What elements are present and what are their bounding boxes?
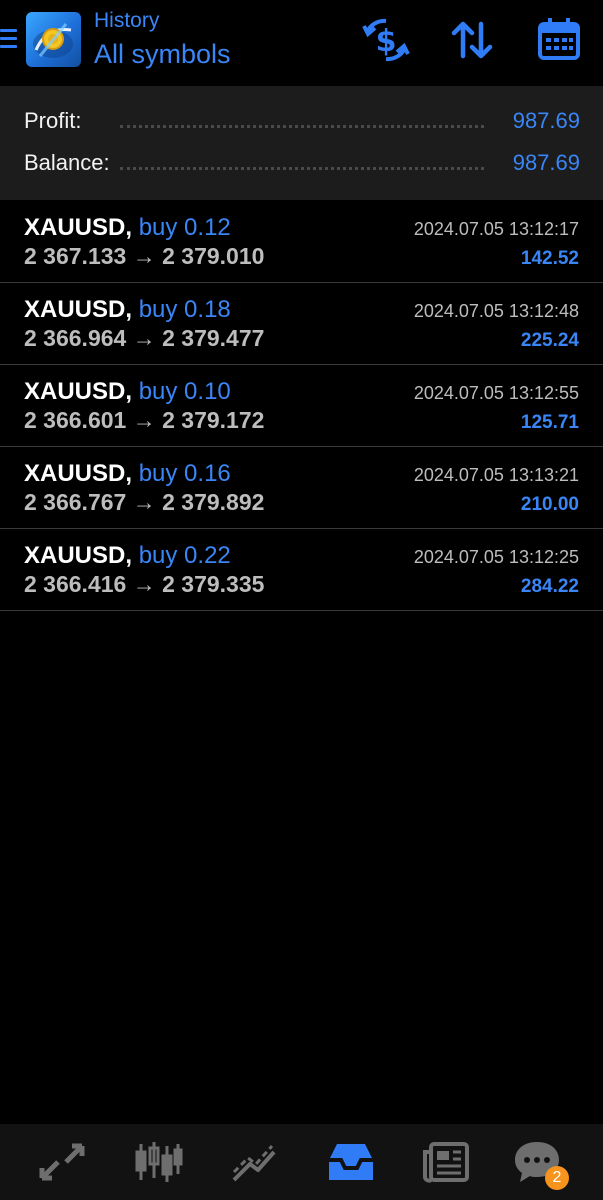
- deal-symbol: XAUUSD,: [24, 378, 133, 405]
- deal-symbol: XAUUSD,: [24, 296, 133, 323]
- quotes-icon[interactable]: [36, 1138, 88, 1186]
- deal-prices: 2 366.416 → 2 379.335: [24, 571, 265, 597]
- notification-badge: 2: [545, 1166, 569, 1190]
- deal-type: buy 0.22: [138, 542, 231, 569]
- deal-profit: 284.22: [520, 576, 579, 597]
- deal-time: 2024.07.05 13:12:48: [413, 301, 579, 321]
- deal-type: buy 0.16: [138, 460, 231, 487]
- deal-type: buy 0.18: [138, 296, 231, 323]
- deal-row[interactable]: XAUUSD, buy 0.12 2 367.133 → 2 379.010 2…: [0, 201, 603, 283]
- deal-prices: 2 366.964 → 2 379.477: [24, 325, 265, 351]
- summary-panel: Profit: 987.69 Balance: 987.69: [0, 86, 603, 200]
- deal-symbol: XAUUSD,: [24, 460, 133, 487]
- top-bar: History All symbols $: [0, 0, 603, 86]
- chart-icon[interactable]: [132, 1138, 184, 1186]
- deal-profit: 125.71: [520, 412, 579, 433]
- news-icon[interactable]: [421, 1138, 473, 1186]
- balance-label: Balance:: [24, 150, 110, 175]
- leader-dots: [120, 167, 484, 170]
- profit-row: Profit: 987.69: [24, 108, 580, 138]
- deal-time: 2024.07.05 13:12:55: [413, 383, 579, 403]
- svg-text:$: $: [376, 24, 397, 59]
- menu-icon[interactable]: [0, 27, 17, 51]
- deal-row[interactable]: XAUUSD, buy 0.10 2 366.601 → 2 379.172 2…: [0, 365, 603, 447]
- deal-type: buy 0.10: [138, 378, 231, 405]
- sort-icon[interactable]: [446, 14, 498, 66]
- deal-prices: 2 366.767 → 2 379.892: [24, 489, 265, 515]
- currency-swap-icon[interactable]: $: [360, 14, 412, 66]
- deal-profit: 210.00: [520, 494, 579, 515]
- deal-row[interactable]: XAUUSD, buy 0.22 2 366.416 → 2 379.335 2…: [0, 529, 603, 611]
- deal-time: 2024.07.05 13:12:17: [413, 219, 579, 239]
- deal-profit: 225.24: [520, 330, 579, 351]
- deal-prices: 2 366.601 → 2 379.172: [24, 407, 265, 433]
- bottom-nav: 2: [0, 1124, 603, 1200]
- deal-profit: 142.52: [520, 248, 579, 269]
- deal-time: 2024.07.05 13:13:21: [413, 465, 579, 485]
- deal-symbol: XAUUSD,: [24, 542, 133, 569]
- balance-row: Balance: 987.69: [24, 150, 580, 180]
- deal-row[interactable]: XAUUSD, buy 0.18 2 366.964 → 2 379.477 2…: [0, 283, 603, 365]
- page-title[interactable]: All symbols: [94, 39, 231, 70]
- deal-prices: 2 367.133 → 2 379.010: [24, 243, 265, 269]
- deal-time: 2024.07.05 13:12:25: [413, 547, 579, 567]
- profit-value: 987.69: [512, 108, 580, 133]
- trade-icon[interactable]: [228, 1138, 280, 1186]
- deal-type: buy 0.12: [138, 214, 231, 241]
- history-icon[interactable]: [325, 1138, 377, 1186]
- deals-list: XAUUSD, buy 0.12 2 367.133 → 2 379.010 2…: [0, 201, 603, 611]
- balance-value: 987.69: [512, 150, 580, 175]
- page-subtitle: History: [94, 9, 160, 32]
- chat-icon[interactable]: 2: [511, 1138, 569, 1190]
- calendar-icon[interactable]: [533, 14, 585, 66]
- leader-dots: [120, 125, 484, 128]
- app-logo: [26, 12, 81, 67]
- deal-row[interactable]: XAUUSD, buy 0.16 2 366.767 → 2 379.892 2…: [0, 447, 603, 529]
- deal-symbol: XAUUSD,: [24, 214, 133, 241]
- profit-label: Profit:: [24, 108, 82, 133]
